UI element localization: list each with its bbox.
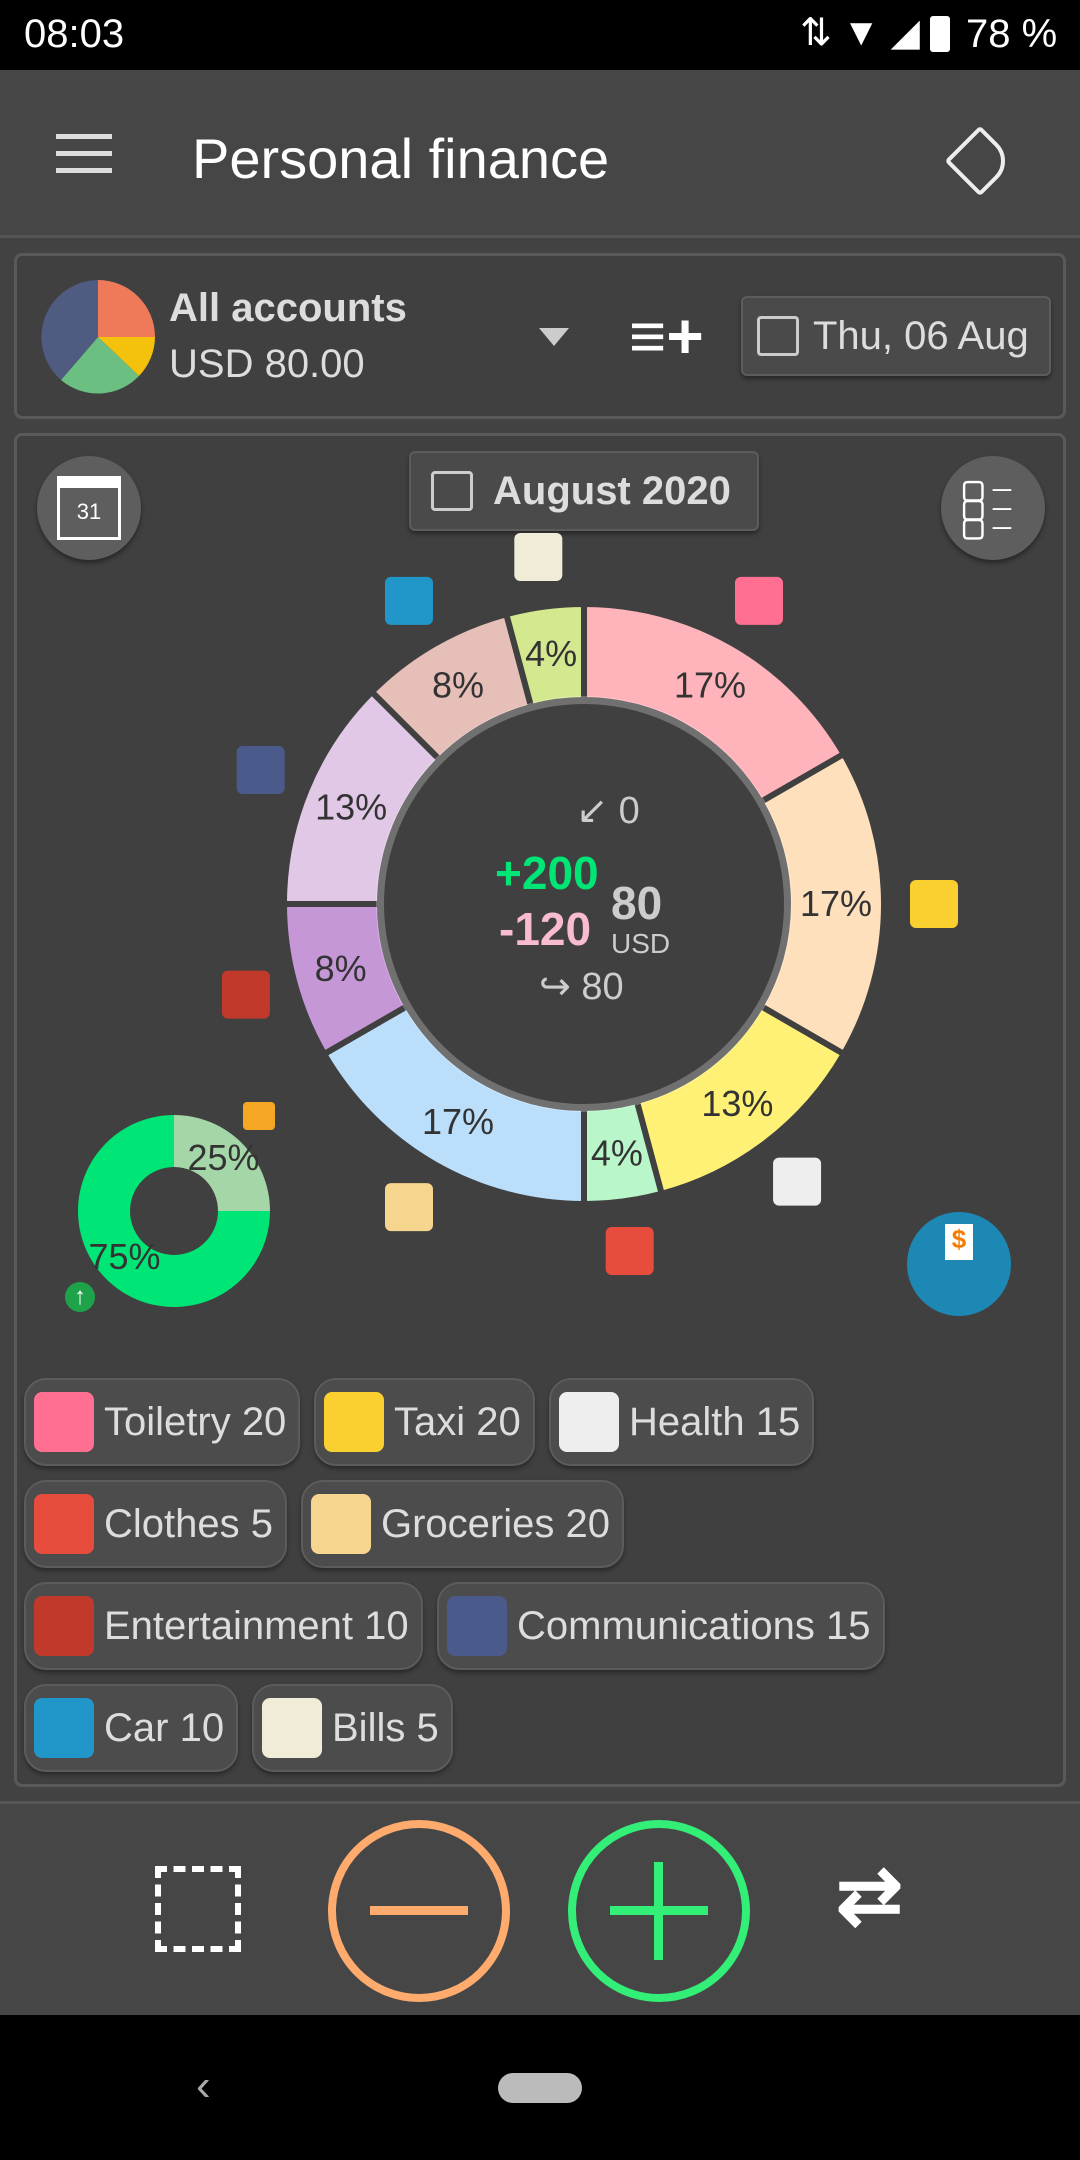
home-pill[interactable] — [498, 2073, 582, 2103]
date-label: Thu, 06 Aug — [813, 313, 1029, 358]
tshirt-icon — [34, 1494, 94, 1554]
transfer-out-value: 80 — [581, 966, 624, 1008]
slice-percent-label: 13% — [701, 1083, 773, 1124]
receipt-icon — [514, 532, 563, 581]
category-chip[interactable]: Clothes 5 — [24, 1480, 287, 1568]
wallet-icon — [243, 1102, 275, 1130]
cocktail-icon — [34, 1596, 94, 1656]
category-chip[interactable]: Taxi 20 — [314, 1378, 535, 1466]
chip-label: Entertainment 10 — [104, 1603, 409, 1648]
currency-label: USD — [611, 928, 671, 959]
phone-icon — [447, 1596, 507, 1656]
slice-percent-label: 8% — [315, 948, 367, 989]
slice-percent-label: 13% — [315, 786, 387, 827]
slice-percent-label: 17% — [674, 665, 746, 706]
slice-percent-label: 25% — [187, 1137, 259, 1178]
slice-percent-label: 75% — [88, 1236, 160, 1277]
car-icon — [385, 576, 433, 625]
toiletry-icon — [735, 576, 783, 625]
statistics-button[interactable]: $ — [907, 1212, 1011, 1316]
add-income-button[interactable] — [568, 1820, 750, 2002]
first-aid-icon — [773, 1157, 822, 1206]
page-title: Personal finance — [192, 127, 610, 190]
transfer-out-icon: ↪ — [539, 966, 571, 1008]
chip-label: Groceries 20 — [381, 1501, 610, 1546]
chip-label: Taxi 20 — [394, 1399, 521, 1444]
category-chip[interactable]: Car 10 — [24, 1684, 239, 1772]
accounts-pie-icon[interactable] — [39, 278, 157, 396]
status-time: 08:03 — [24, 12, 125, 56]
tshirt-icon — [605, 1227, 654, 1276]
transfer-in-icon: ↙ — [576, 790, 609, 832]
dropdown-arrow-icon[interactable] — [539, 328, 569, 346]
signal-icon: ⇅ ▼ ◢ — [800, 12, 920, 54]
back-icon[interactable]: ‹ — [196, 2061, 211, 2111]
donut-center-summary: ↙ 0 — [438, 788, 738, 833]
grocery-bag-icon — [311, 1494, 371, 1554]
navigation-bar: ‹ — [0, 2015, 1080, 2160]
slice-percent-label: 17% — [422, 1101, 494, 1142]
category-chip[interactable]: Groceries 20 — [301, 1480, 624, 1568]
slice-percent-label: 4% — [525, 633, 577, 674]
taxi-icon — [910, 880, 958, 928]
transfer-out: ↪ 80 — [539, 964, 624, 1009]
transfer-icon[interactable]: ⇄ — [836, 1856, 903, 1936]
bottom-action-bar: ⇄ — [0, 1801, 1080, 2015]
income-arrow-icon: ↑ — [65, 1282, 95, 1312]
transfer-in-value: 0 — [618, 790, 640, 832]
add-list-icon[interactable]: ≡+ — [629, 304, 704, 368]
slice-percent-label: 17% — [800, 883, 872, 924]
chip-label: Clothes 5 — [104, 1501, 273, 1546]
battery-icon — [930, 16, 950, 52]
calendar-icon — [757, 316, 799, 356]
category-chip[interactable]: Bills 5 — [252, 1684, 453, 1772]
slice-percent-label: 4% — [591, 1133, 643, 1174]
car-icon — [34, 1698, 94, 1758]
category-chip[interactable]: Communications 15 — [437, 1582, 885, 1670]
phone-icon — [236, 746, 285, 795]
chip-label: Communications 15 — [517, 1603, 871, 1648]
income-total: +200 — [495, 847, 599, 899]
minus-icon — [370, 1906, 468, 1915]
app-bar: Personal finance — [0, 70, 1080, 238]
expense-total: -120 — [499, 903, 592, 955]
account-name[interactable]: All accounts — [169, 286, 407, 331]
account-card: All accounts USD 80.00 ≡+ Thu, 06 Aug — [14, 253, 1066, 419]
chip-label: Car 10 — [104, 1705, 225, 1750]
menu-icon[interactable] — [56, 134, 112, 173]
chip-label: Health 15 — [629, 1399, 801, 1444]
first-aid-icon — [559, 1392, 619, 1452]
cocktail-icon — [221, 970, 270, 1019]
category-chip[interactable]: Toiletry 20 — [24, 1378, 301, 1466]
status-bar: 08:03 ⇅ ▼ ◢ 78 % — [0, 0, 1080, 70]
chart-dollar-icon: $ — [945, 1224, 973, 1260]
balance-total: 80 — [611, 877, 663, 929]
category-chip[interactable]: Health 15 — [549, 1378, 815, 1466]
transfer-in: ↙ 0 — [478, 788, 738, 833]
chip-label: Bills 5 — [332, 1705, 439, 1750]
toiletry-icon — [34, 1392, 94, 1452]
chip-label: Toiletry 20 — [104, 1399, 287, 1444]
receipt-icon — [262, 1698, 322, 1758]
add-expense-button[interactable] — [328, 1820, 510, 2002]
battery-level: 78 % — [966, 12, 1058, 56]
account-balance: USD 80.00 — [169, 342, 365, 386]
tags-icon[interactable] — [944, 125, 1016, 197]
slice-percent-label: 8% — [432, 665, 484, 706]
category-chip[interactable]: Entertainment 10 — [24, 1582, 423, 1670]
date-button[interactable]: Thu, 06 Aug — [741, 296, 1051, 376]
grocery-bag-icon — [385, 1183, 433, 1232]
qr-code-icon[interactable] — [155, 1866, 241, 1952]
taxi-icon — [324, 1392, 384, 1452]
